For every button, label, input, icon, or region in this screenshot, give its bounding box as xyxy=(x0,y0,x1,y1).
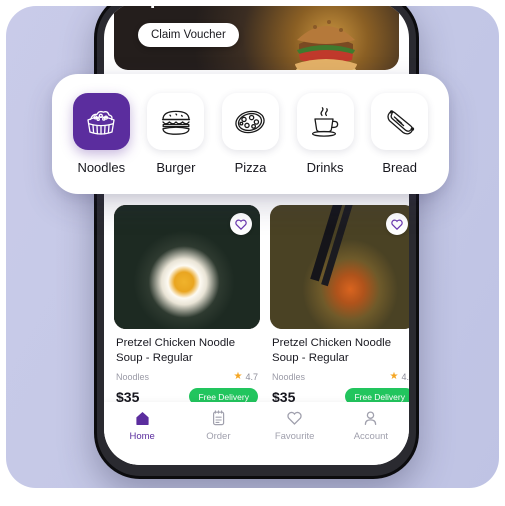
rating-value: 4.7 xyxy=(401,372,409,382)
category-label: Pizza xyxy=(234,160,267,175)
product-rating: ★ 4.7 xyxy=(389,371,409,383)
product-image xyxy=(270,205,409,329)
promo-banner-title: up to 50% xyxy=(138,6,230,10)
category-tile xyxy=(147,93,205,150)
nav-item-account[interactable]: Account xyxy=(333,409,409,442)
coffee-cup-icon xyxy=(312,106,339,137)
category-label: Drinks xyxy=(306,160,344,175)
claim-voucher-button[interactable]: Claim Voucher xyxy=(138,23,239,47)
nav-label-order: Order xyxy=(206,431,231,442)
category-item-drinks[interactable]: Drinks xyxy=(296,93,354,175)
nav-item-favourite[interactable]: Favourite xyxy=(257,409,333,442)
product-card[interactable]: Pretzel Chicken Noodle Soup - Regular No… xyxy=(114,205,260,405)
star-icon: ★ xyxy=(389,371,399,382)
category-tile xyxy=(371,93,429,150)
rating-value: 4.7 xyxy=(245,372,258,382)
bottom-navigation-bar: Home Order Favourite Account xyxy=(104,402,409,465)
bread-icon xyxy=(387,109,414,134)
category-tile xyxy=(72,93,130,150)
category-selector-panel: Noodles Burger Pizza Drinks Bread xyxy=(52,74,449,194)
favourite-toggle-button[interactable] xyxy=(230,213,252,235)
product-meta: Noodles ★ 4.7 xyxy=(116,371,258,383)
category-label: Bread xyxy=(382,160,418,175)
product-image xyxy=(114,205,260,329)
product-card-list: Pretzel Chicken Noodle Soup - Regular No… xyxy=(114,205,409,405)
promo-banner[interactable]: up to 50% Claim Voucher xyxy=(114,6,399,70)
category-item-pizza[interactable]: Pizza xyxy=(221,93,279,175)
product-meta: Noodles ★ 4.7 xyxy=(272,371,409,383)
product-card[interactable]: Pretzel Chicken Noodle Soup - Regular No… xyxy=(270,205,409,405)
app-mockup-canvas: up to 50% Claim Voucher Popular xyxy=(6,6,499,488)
category-tile xyxy=(221,93,279,150)
person-icon xyxy=(365,411,377,426)
burger-photo xyxy=(295,20,357,70)
promo-title-part2: 50% xyxy=(191,6,230,9)
burger-icon xyxy=(161,110,190,135)
nav-label-favourite: Favourite xyxy=(274,431,315,442)
heart-icon xyxy=(235,219,247,230)
heart-icon xyxy=(391,219,403,230)
promo-title-part1: up to xyxy=(138,6,186,9)
star-icon: ★ xyxy=(233,371,243,382)
home-icon xyxy=(136,412,149,425)
category-item-burger[interactable]: Burger xyxy=(147,93,205,175)
category-item-bread[interactable]: Bread xyxy=(371,93,429,175)
pizza-icon xyxy=(235,110,266,133)
product-category: Noodles xyxy=(272,372,306,382)
category-item-noodles[interactable]: Noodles xyxy=(72,93,130,175)
category-label: Burger xyxy=(156,160,196,175)
product-category: Noodles xyxy=(116,372,150,382)
product-title: Pretzel Chicken Noodle Soup - Regular xyxy=(116,337,236,364)
nav-label-account: Account xyxy=(353,431,389,442)
category-tile xyxy=(296,93,354,150)
clipboard-icon xyxy=(212,410,225,426)
noodle-bowl-icon xyxy=(87,110,115,135)
favourite-toggle-button[interactable] xyxy=(386,213,408,235)
nav-item-order[interactable]: Order xyxy=(180,409,256,442)
category-label: Noodles xyxy=(77,160,126,175)
nav-label-home: Home xyxy=(129,431,155,442)
heart-icon xyxy=(287,411,302,425)
product-rating: ★ 4.7 xyxy=(233,371,258,383)
nav-item-home[interactable]: Home xyxy=(104,409,180,442)
product-title: Pretzel Chicken Noodle Soup - Regular xyxy=(272,337,392,364)
